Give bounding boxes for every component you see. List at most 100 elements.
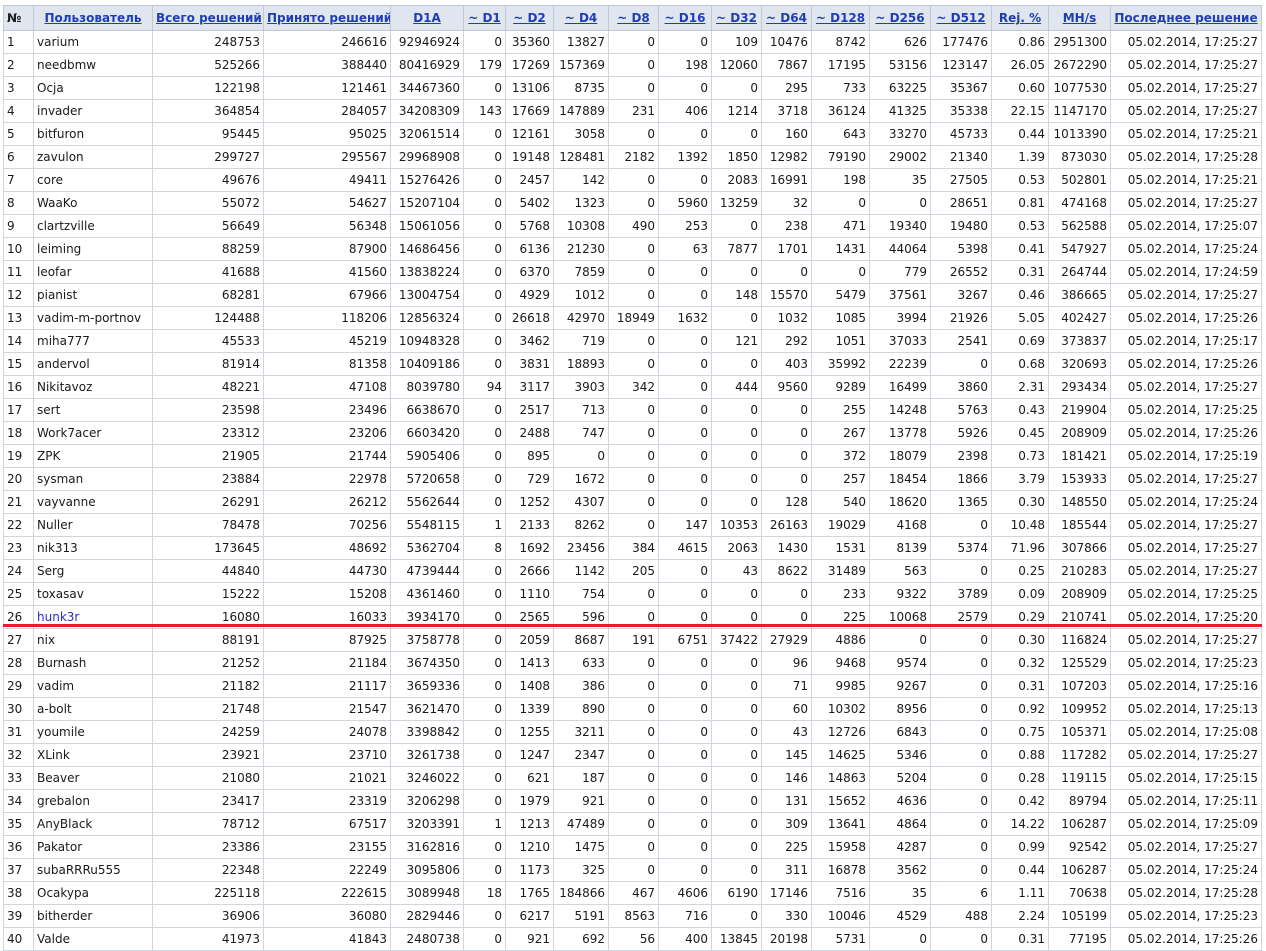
cell-accepted: 56348 (263, 214, 391, 238)
cell-d1: 0 (463, 76, 506, 100)
sort-link-mhs[interactable]: MH/s (1063, 11, 1097, 25)
column-header-d8[interactable]: ~ D8 (608, 5, 659, 31)
cell-mhs: 77195 (1048, 927, 1111, 951)
column-header-d256[interactable]: ~ D256 (869, 5, 931, 31)
column-header-d1a[interactable]: D1A (390, 5, 464, 31)
cell-d2: 2133 (505, 513, 554, 537)
cell-d512: 0 (930, 352, 992, 376)
column-header-mhs[interactable]: MH/s (1048, 5, 1111, 31)
sort-link-user[interactable]: Пользователь (44, 11, 141, 25)
column-header-d64[interactable]: ~ D64 (761, 5, 812, 31)
sort-link-d4[interactable]: ~ D4 (565, 11, 598, 25)
cell-d64: 26163 (761, 513, 812, 537)
sort-link-d512[interactable]: ~ D512 (936, 11, 985, 25)
table-row: 37 subaRRRu555 22348 22249 3095806 0 1173 325 0 0… (3, 858, 1262, 882)
cell-d1a: 3659336 (390, 674, 464, 698)
cell-d2: 5768 (505, 214, 554, 238)
column-header-total[interactable]: Всего решений (152, 5, 264, 31)
cell-user: toxasav (33, 582, 153, 606)
column-header-d4[interactable]: ~ D4 (553, 5, 609, 31)
cell-d4: 10308 (553, 214, 609, 238)
table-row: 16 Nikitavoz 48221 47108 8039780 94 3117 3903 34… (3, 375, 1262, 399)
sort-link-rej[interactable]: Rej. % (999, 11, 1041, 25)
cell-d1: 0 (463, 927, 506, 951)
cell-num: 4 (3, 99, 34, 123)
cell-last: 05.02.2014, 17:25:17 (1110, 329, 1262, 353)
column-header-d2[interactable]: ~ D2 (505, 5, 554, 31)
cell-d128: 372 (811, 444, 870, 468)
column-header-d128[interactable]: ~ D128 (811, 5, 870, 31)
cell-accepted: 21021 (263, 766, 391, 790)
cell-rej: 0.25 (991, 559, 1049, 583)
cell-d1a: 5905406 (390, 444, 464, 468)
cell-user: XLink (33, 743, 153, 767)
cell-d2: 1413 (505, 651, 554, 675)
cell-d8: 0 (608, 490, 659, 514)
cell-d2: 1213 (505, 812, 554, 836)
cell-d4: 386 (553, 674, 609, 698)
cell-d32: 0 (711, 904, 762, 928)
sort-link-d128[interactable]: ~ D128 (816, 11, 865, 25)
table-row: 14 miha777 45533 45219 10948328 0 3462 719 0 0 121… (3, 329, 1262, 353)
cell-rej: 0.31 (991, 260, 1049, 284)
cell-d256: 37561 (869, 283, 931, 307)
column-header-d1[interactable]: ~ D1 (463, 5, 506, 31)
column-header-rej[interactable]: Rej. % (991, 5, 1049, 31)
cell-d256: 44064 (869, 237, 931, 261)
cell-d256: 4529 (869, 904, 931, 928)
cell-d256: 4636 (869, 789, 931, 813)
sort-link-last[interactable]: Последнее решение (1114, 11, 1257, 25)
cell-d64: 295 (761, 76, 812, 100)
cell-d2: 1408 (505, 674, 554, 698)
cell-d4: 754 (553, 582, 609, 606)
sort-link-d16[interactable]: ~ D16 (665, 11, 706, 25)
cell-num: 25 (3, 582, 34, 606)
sort-link-d256[interactable]: ~ D256 (875, 11, 924, 25)
column-header-d32[interactable]: ~ D32 (711, 5, 762, 31)
cell-d1: 0 (463, 329, 506, 353)
cell-d512: 21926 (930, 306, 992, 330)
cell-d32: 0 (711, 122, 762, 146)
cell-num: 31 (3, 720, 34, 744)
cell-d8: 0 (608, 421, 659, 445)
cell-rej: 0.28 (991, 766, 1049, 790)
sort-link-d64[interactable]: ~ D64 (766, 11, 807, 25)
column-header-d16[interactable]: ~ D16 (658, 5, 712, 31)
cell-d16: 0 (658, 743, 712, 767)
cell-d1: 0 (463, 214, 506, 238)
cell-d16: 0 (658, 766, 712, 790)
column-header-accepted[interactable]: Принято решений (263, 5, 391, 31)
table-row: 31 youmile 24259 24078 3398842 0 1255 3211 0 0 0 43… (3, 720, 1262, 744)
cell-accepted: 295567 (263, 145, 391, 169)
cell-d8: 56 (608, 927, 659, 951)
cell-last: 05.02.2014, 17:25:24 (1110, 490, 1262, 514)
cell-d256: 35 (869, 881, 931, 905)
column-header-user[interactable]: Пользователь (33, 5, 153, 31)
cell-d1a: 8039780 (390, 375, 464, 399)
cell-d64: 43 (761, 720, 812, 744)
cell-accepted: 222615 (263, 881, 391, 905)
cell-last: 05.02.2014, 17:25:23 (1110, 904, 1262, 928)
sort-link-accepted[interactable]: Принято решений (267, 11, 390, 25)
cell-total: 45533 (152, 329, 264, 353)
sort-link-d8[interactable]: ~ D8 (617, 11, 650, 25)
sort-link-total[interactable]: Всего решений (156, 11, 262, 25)
sort-link-d1a[interactable]: D1A (413, 11, 441, 25)
cell-mhs: 116824 (1048, 628, 1111, 652)
cell-d512: 35338 (930, 99, 992, 123)
cell-d32: 0 (711, 697, 762, 721)
cell-last: 05.02.2014, 17:25:26 (1110, 352, 1262, 376)
column-header-last[interactable]: Последнее решение (1110, 5, 1262, 31)
cell-total: 81914 (152, 352, 264, 376)
sort-link-d2[interactable]: ~ D2 (513, 11, 546, 25)
cell-last: 05.02.2014, 17:25:26 (1110, 306, 1262, 330)
cell-d32: 0 (711, 835, 762, 859)
cell-d512: 3789 (930, 582, 992, 606)
sort-link-d32[interactable]: ~ D32 (716, 11, 757, 25)
cell-d32: 0 (711, 766, 762, 790)
cell-d8: 0 (608, 812, 659, 836)
cell-rej: 26.05 (991, 53, 1049, 77)
table-row: 12 pianist 68281 67966 13004754 0 4929 1012 0 0 14… (3, 283, 1262, 307)
column-header-d512[interactable]: ~ D512 (930, 5, 992, 31)
sort-link-d1[interactable]: ~ D1 (468, 11, 501, 25)
